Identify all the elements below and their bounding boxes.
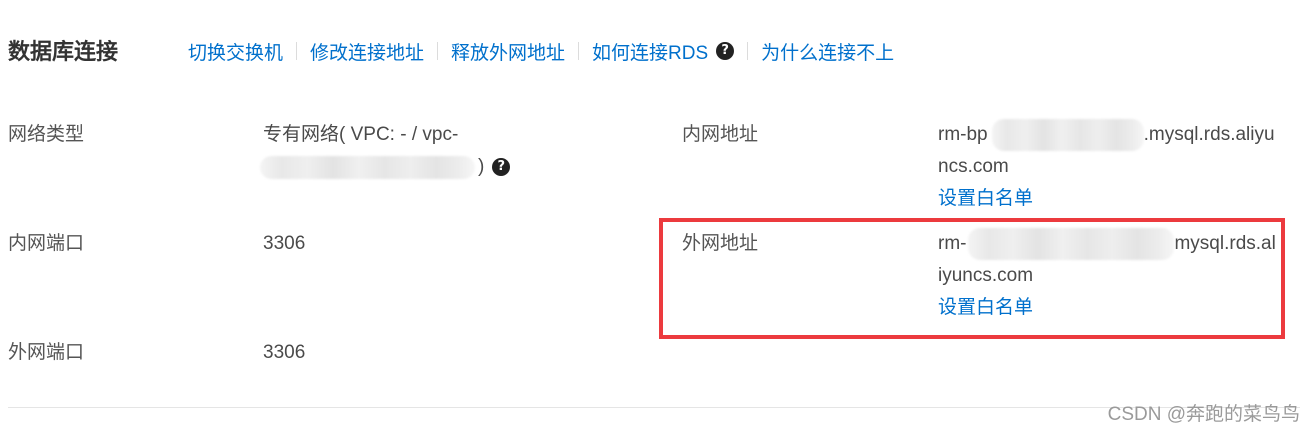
header-actions: 切换交换机 修改连接地址 释放外网地址 如何连接RDS 为什么连接不上	[188, 35, 894, 67]
internal-address-label: 内网地址	[682, 124, 759, 145]
switch-vswitch-link[interactable]: 切换交换机	[188, 38, 283, 65]
public-address-line1: rm- mysql.rds.al	[938, 228, 1276, 260]
network-type-value-line2: )	[260, 151, 511, 183]
public-port-value: 3306	[263, 342, 306, 363]
why-cannot-connect-link[interactable]: 为什么连接不上	[761, 38, 894, 65]
internal-port-label: 内网端口	[8, 233, 85, 254]
internal-address-line2: ncs.com	[938, 156, 1009, 177]
release-public-address-link[interactable]: 释放外网地址	[451, 38, 565, 65]
watermark: CSDN @奔跑的菜鸟鸟	[1107, 404, 1300, 425]
internal-port-value: 3306	[263, 233, 306, 254]
network-type-label: 网络类型	[8, 124, 85, 145]
action-divider	[747, 42, 749, 60]
public-address-line3: 设置白名单	[938, 292, 1276, 324]
public-port-label: 外网端口	[8, 342, 85, 363]
redacted-vpc-id	[260, 155, 475, 179]
network-type-value: 专有网络( VPC: - / vpc- )	[260, 119, 511, 183]
section-divider	[8, 407, 1300, 408]
internal-address-line1: rm-bp .mysql.rds.aliyu	[938, 119, 1275, 151]
vpc-closing-paren: )	[478, 156, 485, 177]
action-divider	[578, 42, 580, 60]
question-circle-icon[interactable]	[492, 158, 511, 176]
public-address-suffix: mysql.rds.al	[1174, 233, 1276, 254]
internal-whitelist-link[interactable]: 设置白名单	[938, 188, 1033, 209]
action-divider	[296, 42, 298, 60]
public-address-label: 外网地址	[682, 233, 759, 254]
internal-address-value: rm-bp .mysql.rds.aliyu ncs.com 设置白名单	[938, 119, 1275, 215]
redacted-internal-host	[991, 119, 1144, 151]
public-address-value: rm- mysql.rds.al iyuncs.com 设置白名单	[938, 228, 1276, 324]
how-to-connect-link[interactable]: 如何连接RDS	[592, 38, 708, 65]
question-circle-icon[interactable]	[716, 42, 735, 60]
section-title: 数据库连接	[8, 39, 119, 64]
internal-address-line3: 设置白名单	[938, 183, 1275, 215]
network-type-value-line1: 专有网络( VPC: - / vpc-	[263, 124, 459, 145]
public-whitelist-link[interactable]: 设置白名单	[938, 297, 1033, 318]
public-address-line2: iyuncs.com	[938, 265, 1034, 286]
public-address-prefix: rm-	[938, 233, 967, 254]
internal-address-suffix: .mysql.rds.aliyu	[1143, 124, 1275, 145]
internal-address-prefix: rm-bp	[938, 124, 988, 145]
redacted-public-host	[968, 228, 1175, 260]
action-divider	[437, 42, 439, 60]
modify-endpoint-link[interactable]: 修改连接地址	[310, 38, 424, 65]
